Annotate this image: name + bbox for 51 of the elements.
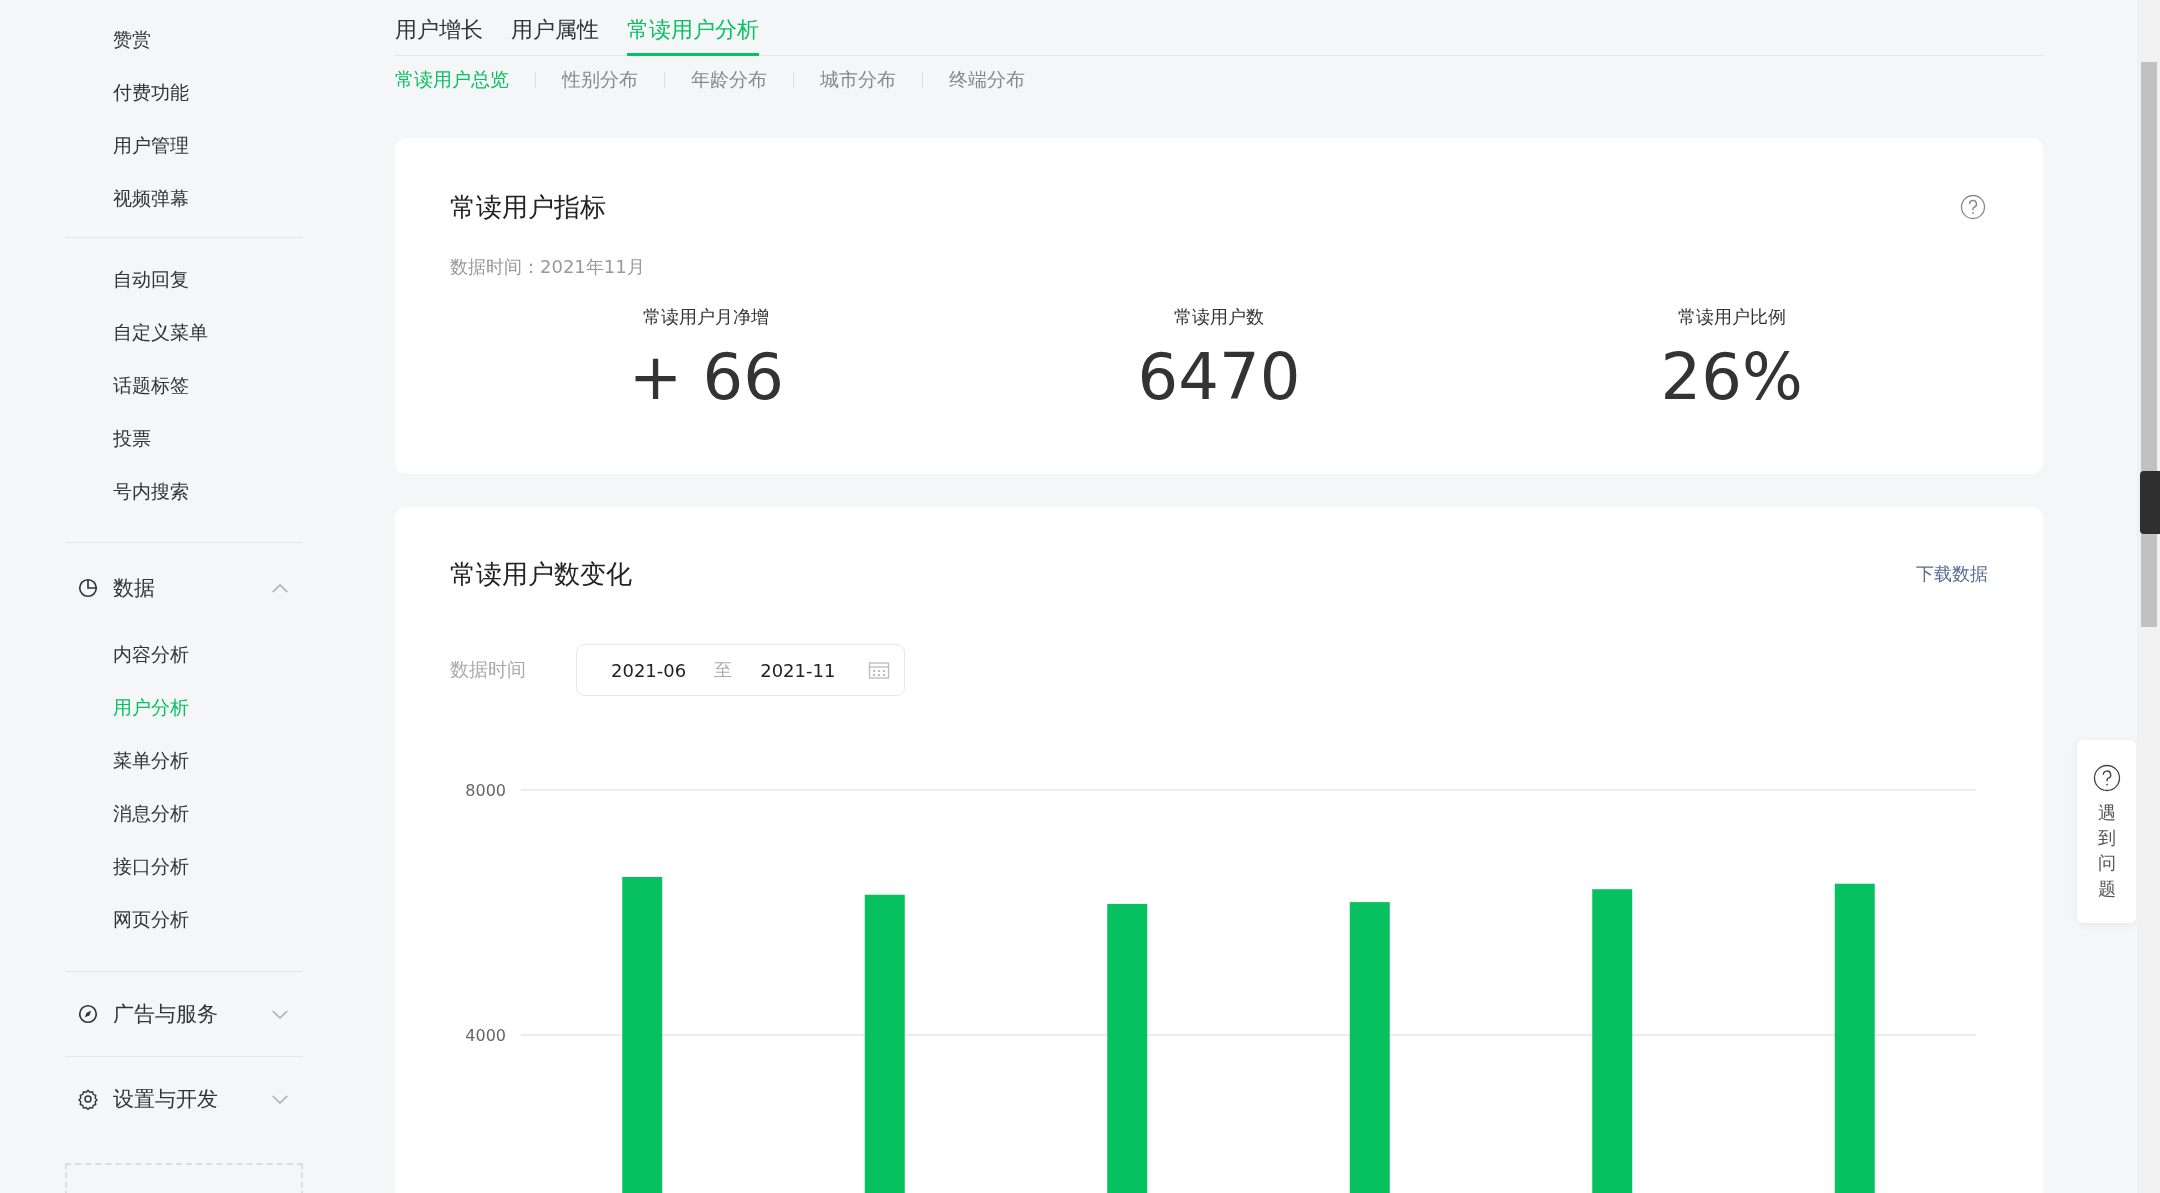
end-date: 2021-11 (760, 659, 836, 681)
metric-value: 26% (1660, 341, 1803, 413)
sidebar-item[interactable]: 网页分析 (65, 893, 303, 946)
sidebar-item[interactable]: 菜单分析 (65, 734, 303, 787)
sidebar-section-header[interactable]: 数据 (65, 558, 303, 618)
sidebar-section-header[interactable]: 广告与服务 (65, 984, 303, 1044)
tab[interactable]: 用户属性 (511, 15, 599, 56)
pie-chart-icon (77, 577, 99, 599)
sidebar-item[interactable]: 用户管理 (65, 119, 303, 172)
date-label: 数据时间 (450, 657, 527, 682)
help-icon[interactable] (1960, 194, 1986, 220)
range-separator: 至 (714, 658, 733, 682)
help-label: 遇到问题 (2097, 801, 2116, 901)
chevron-down-icon (271, 1093, 289, 1105)
section-title: 广告与服务 (113, 1001, 219, 1028)
sidebar-item[interactable]: 消息分析 (65, 787, 303, 840)
card-title: 常读用户数变化 (450, 557, 632, 591)
y-tick-label: 8000 (465, 781, 506, 800)
settings-icon (77, 1088, 99, 1110)
help-widget[interactable]: 遇到问题 (2077, 740, 2136, 923)
sidebar-item[interactable]: 接口分析 (65, 840, 303, 893)
metric-value: 6470 (1137, 341, 1301, 413)
sidebar-item[interactable]: 自定义菜单 (65, 306, 303, 359)
calendar-icon (868, 660, 890, 680)
sidebar-item[interactable]: 内容分析 (65, 628, 303, 681)
sidebar-item[interactable]: 话题标签 (65, 359, 303, 412)
side-handle[interactable] (2140, 471, 2160, 534)
help-icon (2092, 764, 2121, 792)
section-title: 数据 (113, 575, 156, 602)
section-title: 设置与开发 (113, 1086, 219, 1113)
compass-icon (77, 1003, 99, 1025)
data-time: 数据时间：2021年11月 (450, 255, 646, 279)
download-link[interactable]: 下载数据 (1916, 562, 1988, 586)
sidebar-item[interactable]: 号内搜索 (65, 465, 303, 518)
sidebar-item[interactable]: 视频弹幕 (65, 172, 303, 225)
start-date: 2021-06 (611, 659, 687, 681)
y-tick-label: 4000 (465, 1026, 506, 1045)
sidebar-section-header[interactable]: 设置与开发 (65, 1069, 303, 1129)
metric-label: 常读用户月净增 (643, 305, 770, 329)
chevron-up-icon (271, 582, 289, 594)
sidebar-item[interactable]: 付费功能 (65, 66, 303, 119)
sidebar-item[interactable]: 投票 (65, 412, 303, 465)
chevron-down-icon (271, 1008, 289, 1020)
date-range-picker[interactable]: 2021-06 至 2021-11 (576, 644, 905, 696)
metric-label: 常读用户比例 (1677, 305, 1786, 329)
metric-label: 常读用户数 (1174, 305, 1264, 329)
tab[interactable]: 用户增长 (395, 15, 483, 56)
card-title: 常读用户指标 (450, 190, 606, 224)
sidebar-item[interactable]: 自动回复 (65, 253, 303, 306)
sidebar-item[interactable]: 赞赏 (65, 13, 303, 66)
metric-value: + 66 (628, 341, 785, 413)
